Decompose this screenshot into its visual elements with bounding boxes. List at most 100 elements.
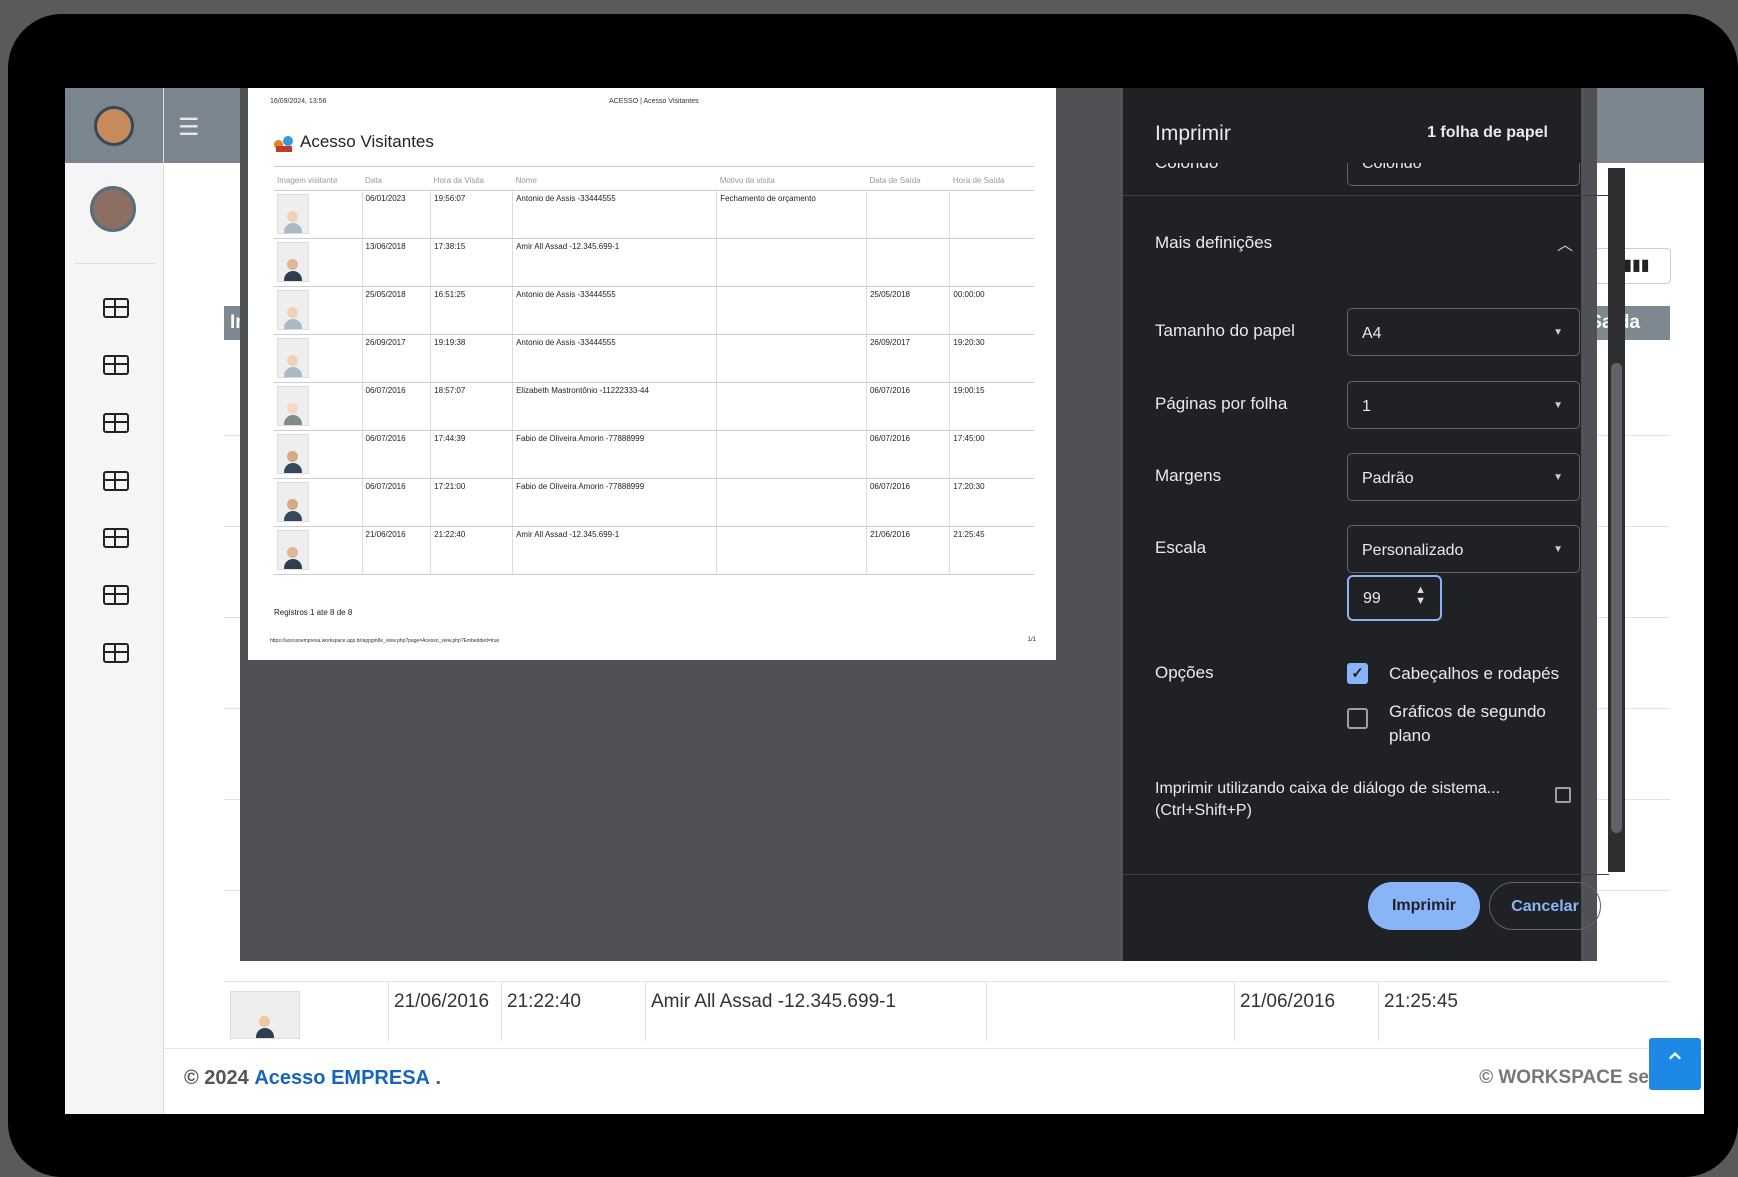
cell-nome: Fabio de Oliveira Amorin -77888999 bbox=[512, 478, 718, 527]
table-icon[interactable] bbox=[103, 355, 129, 375]
color-value: Colorido bbox=[1362, 163, 1422, 172]
print-button[interactable]: Imprimir bbox=[1368, 882, 1480, 930]
column-header: Data bbox=[362, 172, 431, 191]
cell-hora-saida: 17:20:30 bbox=[949, 478, 1034, 527]
print-header-date: 16/09/2024, 13:56 bbox=[270, 98, 327, 105]
bg-cell-data: 21/06/2016 bbox=[394, 991, 490, 1012]
cell-motivo bbox=[716, 334, 867, 383]
dropdown-arrow-icon: ▼ bbox=[1553, 544, 1563, 555]
visitor-photo-cell bbox=[274, 238, 363, 287]
visitor-photo-cell bbox=[274, 478, 363, 527]
paper-size-select[interactable]: A4 ▼ bbox=[1347, 308, 1580, 356]
user-avatar[interactable] bbox=[90, 186, 136, 232]
visitor-photo bbox=[277, 529, 309, 570]
cell-motivo bbox=[716, 478, 867, 527]
print-footer-url: https://acessoempresa.workspace.app.br/a… bbox=[270, 638, 500, 644]
table-icon[interactable] bbox=[103, 528, 129, 548]
cancel-button[interactable]: Cancelar bbox=[1489, 882, 1601, 930]
cell-nome: Elizabeth Mastrontônio -11222333-44 bbox=[512, 382, 718, 431]
table-row: 21/06/2016 21:22:40 Amir All Assad -12.345… bbox=[274, 526, 1034, 575]
table-icon[interactable] bbox=[103, 585, 129, 605]
headers-option-label[interactable]: Cabeçalhos e rodapés bbox=[1389, 664, 1559, 684]
backgrounds-option-label[interactable]: Gráficos de segundo plano bbox=[1389, 700, 1579, 748]
cell-motivo: Fechamento de orçamento bbox=[716, 190, 867, 239]
column-header: Imagem visitante bbox=[274, 172, 362, 191]
cell-motivo bbox=[716, 238, 867, 287]
cell-data-saida bbox=[866, 238, 951, 287]
cell-hora: 19:19:38 bbox=[430, 334, 514, 383]
cell-hora-saida: 21:25:45 bbox=[949, 526, 1034, 575]
backgrounds-checkbox[interactable] bbox=[1347, 708, 1368, 729]
pages-per-sheet-label: Páginas por folha bbox=[1155, 394, 1288, 413]
cell-hora: 17:38:15 bbox=[430, 238, 514, 287]
system-dialog-link[interactable]: Imprimir utilizando caixa de diálogo de … bbox=[1155, 778, 1555, 822]
cell-hora-saida: 19:00:15 bbox=[949, 382, 1034, 431]
visitor-photo bbox=[277, 481, 309, 522]
cell-data-saida: 26/09/2017 bbox=[866, 334, 951, 383]
table-row: 06/07/2016 17:21:00 Fabio de Oliveira Amor… bbox=[274, 478, 1034, 527]
table-row: 06/07/2016 17:44:39 Fabio de Oliveira Amor… bbox=[274, 430, 1034, 479]
table-icon[interactable] bbox=[103, 298, 129, 318]
print-header-title: ACESSO | Acesso Visitantes bbox=[609, 98, 699, 105]
color-select[interactable]: Colorido bbox=[1347, 163, 1580, 186]
records-count: Registros 1 ate 8 de 8 bbox=[274, 608, 353, 617]
more-settings-label[interactable]: Mais definições bbox=[1155, 233, 1272, 253]
visitor-photo bbox=[277, 241, 309, 282]
app-logo[interactable] bbox=[65, 88, 163, 163]
table-icon[interactable] bbox=[103, 643, 129, 663]
paper-size-value: A4 bbox=[1362, 325, 1382, 342]
app-footer: © 2024 Acesso EMPRESA . © WORKSPACE se bbox=[164, 1048, 1704, 1114]
column-header: Data de Saída bbox=[866, 172, 950, 191]
cell-data: 13/06/2018 bbox=[362, 238, 432, 287]
cell-hora-saida: 00:00:00 bbox=[949, 286, 1034, 335]
cell-hora: 17:44:39 bbox=[430, 430, 514, 479]
scale-number-input[interactable]: 99 ▲ ▼ bbox=[1347, 575, 1442, 621]
scroll-top-button[interactable]: ⌃ bbox=[1649, 1038, 1701, 1090]
cell-hora: 21:22:40 bbox=[430, 526, 514, 575]
scale-number-value: 99 bbox=[1363, 590, 1381, 607]
cell-motivo bbox=[716, 430, 867, 479]
print-footer-page: 1/1 bbox=[1027, 637, 1036, 643]
cell-nome: Antonio de Assis -33444555 bbox=[512, 190, 718, 239]
column-header: Hora da Visita bbox=[430, 172, 513, 191]
table-row: 26/09/2017 19:19:38 Antonio de Assis -3344… bbox=[274, 334, 1034, 383]
cell-hora-saida: 19:20:30 bbox=[949, 334, 1034, 383]
cell-hora-saida: 17:45:00 bbox=[949, 430, 1034, 479]
visitor-photo bbox=[277, 193, 309, 234]
open-external-icon[interactable] bbox=[1555, 787, 1571, 803]
cell-data: 26/09/2017 bbox=[362, 334, 432, 383]
cell-data: 06/07/2016 bbox=[362, 478, 432, 527]
cell-data-saida: 06/07/2016 bbox=[866, 430, 951, 479]
scale-select[interactable]: Personalizado ▼ bbox=[1347, 525, 1580, 573]
scale-value: Personalizado bbox=[1362, 542, 1464, 559]
cell-nome: Fabio de Oliveira Amorin -77888999 bbox=[512, 430, 718, 479]
pages-per-sheet-value: 1 bbox=[1362, 398, 1371, 415]
print-settings-panel: Imprimir 1 folha de papel Colorido Color… bbox=[1123, 88, 1625, 961]
menu-icon[interactable]: ☰ bbox=[178, 113, 200, 142]
visitor-photo bbox=[277, 385, 309, 426]
panel-scrollbar-thumb[interactable] bbox=[1611, 363, 1622, 833]
chevron-up-icon[interactable]: ︿ bbox=[1557, 231, 1573, 255]
options-label: Opções bbox=[1155, 663, 1214, 682]
bg-last-row[interactable]: 21/06/2016 21:22:40 Amir All Assad -12.3… bbox=[224, 981, 1670, 1041]
visitor-photo-cell bbox=[274, 334, 363, 383]
visitor-photo-cell bbox=[274, 190, 363, 239]
dropdown-arrow-icon: ▼ bbox=[1553, 472, 1563, 483]
print-title: Imprimir bbox=[1155, 122, 1231, 145]
dropdown-arrow-icon: ▼ bbox=[1553, 400, 1563, 411]
headers-checkbox[interactable]: ✓ bbox=[1347, 663, 1368, 684]
margins-select[interactable]: Padrão ▼ bbox=[1347, 453, 1580, 501]
cell-data: 21/06/2016 bbox=[362, 526, 432, 575]
visitor-photo bbox=[277, 337, 309, 378]
cell-nome: Antonio de Assis -33444555 bbox=[512, 286, 718, 335]
table-icon[interactable] bbox=[103, 471, 129, 491]
cell-hora: 18:57:07 bbox=[430, 382, 514, 431]
table-row: 25/05/2018 16:51:25 Antonio de Assis -3344… bbox=[274, 286, 1034, 335]
cell-data-saida bbox=[866, 190, 951, 239]
spinner-icon[interactable]: ▲ ▼ bbox=[1415, 585, 1426, 607]
footer-brand-link[interactable]: Acesso EMPRESA bbox=[254, 1067, 430, 1089]
pages-per-sheet-select[interactable]: 1 ▼ bbox=[1347, 381, 1580, 429]
cell-data-saida: 06/07/2016 bbox=[866, 382, 951, 431]
table-icon[interactable] bbox=[103, 413, 129, 433]
mascot-icon bbox=[94, 105, 134, 146]
